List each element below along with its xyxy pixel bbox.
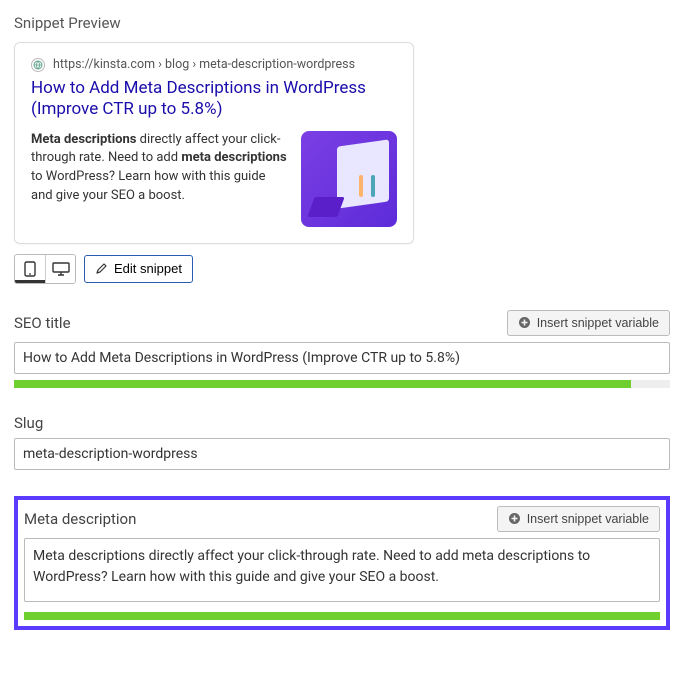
preview-description: Meta descriptions directly affect your c… — [31, 131, 287, 206]
slug-label: Slug — [14, 414, 670, 432]
edit-snippet-button[interactable]: Edit snippet — [84, 255, 193, 283]
meta-description-progress-bar — [24, 612, 660, 620]
slug-block: Slug — [14, 414, 670, 470]
desktop-view-button[interactable] — [45, 255, 75, 283]
seo-title-progress — [14, 380, 670, 388]
meta-description-progress — [24, 612, 660, 620]
mobile-icon — [24, 261, 36, 277]
seo-title-input[interactable] — [14, 342, 670, 374]
preview-thumbnail — [301, 131, 397, 227]
preview-title: How to Add Meta Descriptions in WordPres… — [31, 78, 397, 121]
seo-title-label: SEO title — [14, 314, 71, 332]
seo-title-progress-bar — [14, 380, 631, 388]
meta-description-label: Meta description — [24, 510, 136, 528]
preview-toolbar: Edit snippet — [14, 254, 670, 284]
mobile-view-button[interactable] — [15, 255, 45, 283]
desktop-icon — [52, 262, 70, 276]
meta-description-block: Meta description Insert snippet variable — [24, 506, 660, 620]
preview-url-row: https://kinsta.com › blog › meta-descrip… — [31, 57, 397, 72]
device-toggle — [14, 254, 76, 284]
plus-circle-icon — [518, 316, 531, 329]
meta-description-highlight: Meta description Insert snippet variable — [14, 496, 670, 630]
insert-variable-button-seo-title[interactable]: Insert snippet variable — [507, 310, 670, 336]
insert-variable-button-meta-desc[interactable]: Insert snippet variable — [497, 506, 660, 532]
preview-url: https://kinsta.com › blog › meta-descrip… — [53, 57, 355, 72]
plus-circle-icon — [508, 512, 521, 525]
edit-snippet-label: Edit snippet — [114, 261, 182, 276]
slug-input[interactable] — [14, 438, 670, 470]
meta-description-input[interactable] — [24, 538, 660, 602]
insert-variable-label: Insert snippet variable — [527, 512, 649, 526]
insert-variable-label: Insert snippet variable — [537, 316, 659, 330]
pencil-icon — [95, 262, 108, 275]
seo-title-block: SEO title Insert snippet variable — [14, 310, 670, 388]
snippet-preview-heading: Snippet Preview — [14, 14, 670, 32]
snippet-preview-card: https://kinsta.com › blog › meta-descrip… — [14, 42, 414, 244]
globe-icon — [31, 58, 45, 72]
